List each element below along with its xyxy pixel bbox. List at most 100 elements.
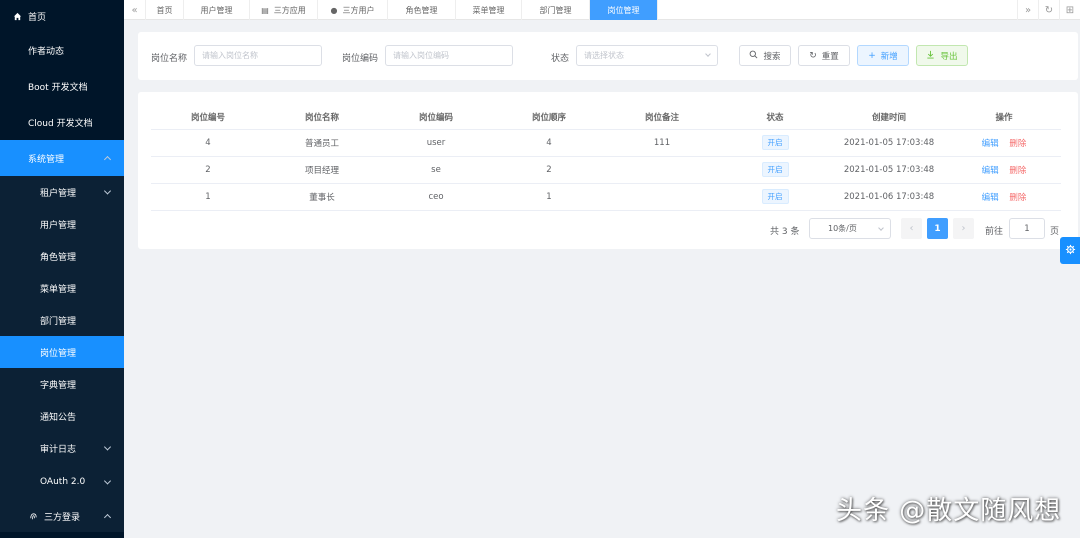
- cell-sort: 1: [493, 183, 605, 211]
- pager-page-1[interactable]: 1: [927, 218, 948, 239]
- chevron-up-icon: [103, 513, 112, 522]
- cell-status: 开启: [719, 183, 831, 211]
- page-size-select[interactable]: 10条/页: [809, 218, 891, 239]
- sidebar-item-label: OAuth 2.0: [40, 477, 86, 487]
- edit-link[interactable]: 编辑: [982, 166, 999, 176]
- status-placeholder: 请选择状态: [584, 51, 624, 60]
- status-select[interactable]: 请选择状态: [576, 45, 718, 66]
- sidebar-item-oauth[interactable]: OAuth 2.0: [0, 464, 124, 500]
- tab-users[interactable]: 用户管理: [184, 0, 250, 20]
- delete-link[interactable]: 删除: [1009, 139, 1026, 149]
- column-header: 岗位备注: [605, 105, 719, 130]
- column-header: 创建时间: [831, 105, 947, 130]
- sidebar-item-cloud-docs[interactable]: Cloud 开发文档: [0, 104, 124, 140]
- gear-icon: [1065, 244, 1076, 258]
- sidebar-item-label: 角色管理: [40, 252, 77, 263]
- tab-roles[interactable]: 角色管理: [388, 0, 456, 20]
- cell-name: 项目经理: [265, 156, 379, 184]
- sidebar-item-label: Cloud 开发文档: [28, 118, 93, 129]
- cell-id: 2: [151, 156, 265, 184]
- cell-status: 开启: [719, 156, 831, 184]
- tab-posts[interactable]: 岗位管理: [590, 0, 658, 20]
- sidebar-item-depts[interactable]: 部门管理: [0, 304, 124, 336]
- pager-goto-input[interactable]: 1: [1009, 218, 1045, 239]
- add-button-label: 新增: [880, 51, 898, 62]
- cell-created: 2021-01-05 17:03:48: [831, 129, 947, 157]
- cell-code: user: [379, 129, 493, 157]
- column-header: 岗位顺序: [493, 105, 605, 130]
- post-name-label: 岗位名称: [151, 54, 188, 64]
- cell-remark: [605, 183, 719, 211]
- post-code-placeholder: 请输入岗位编码: [393, 51, 449, 60]
- column-header: 岗位编码: [379, 105, 493, 130]
- cell-id: 4: [151, 129, 265, 157]
- sidebar-item-users[interactable]: 用户管理: [0, 208, 124, 240]
- fingerprint-icon: [28, 512, 38, 521]
- tab-label: 首页: [156, 5, 173, 15]
- refresh-icon: ↻: [809, 50, 817, 61]
- pager-prev-button[interactable]: ‹: [901, 218, 922, 239]
- delete-link[interactable]: 删除: [1009, 166, 1026, 176]
- status-label: 状态: [551, 54, 570, 64]
- column-header: 岗位名称: [265, 105, 379, 130]
- sidebar-item-notice[interactable]: 通知公告: [0, 400, 124, 432]
- pager-next-button[interactable]: ›: [953, 218, 974, 239]
- edit-link[interactable]: 编辑: [982, 139, 999, 149]
- chevron-down-icon: [705, 51, 711, 57]
- add-button[interactable]: + 新增: [857, 45, 909, 66]
- column-header: 状态: [719, 105, 831, 130]
- grid-menu-icon[interactable]: ⊞: [1059, 0, 1080, 20]
- search-button[interactable]: 搜索: [739, 45, 791, 66]
- cell-remark: 111: [605, 129, 719, 157]
- table-header-row: 岗位编号 岗位名称 岗位编码 岗位顺序 岗位备注 状态 创建时间 操作: [151, 105, 1061, 130]
- cell-sort: 2: [493, 156, 605, 184]
- cell-actions: 编辑 删除: [947, 183, 1061, 211]
- table-row: 4 普通员工 user 4 111 开启 2021-01-05 17:03:48…: [151, 129, 1061, 157]
- tab-depts[interactable]: 部门管理: [522, 0, 590, 20]
- sidebar-item-posts[interactable]: 岗位管理: [0, 336, 124, 368]
- cell-remark: [605, 156, 719, 184]
- sidebar-item-dict[interactable]: 字典管理: [0, 368, 124, 400]
- sidebar-item-menus[interactable]: 菜单管理: [0, 272, 124, 304]
- cell-actions: 编辑 删除: [947, 129, 1061, 157]
- delete-link[interactable]: 删除: [1009, 193, 1026, 203]
- post-name-input[interactable]: 请输入岗位名称: [194, 45, 322, 66]
- tabs-actions: » ↻ ⊞: [1017, 0, 1080, 20]
- tab-label: 三方应用: [273, 5, 306, 15]
- tabs-scroll-left-icon[interactable]: «: [124, 0, 146, 20]
- user-icon: ●: [330, 5, 338, 15]
- tab-home[interactable]: 首页: [146, 0, 184, 20]
- tab-label: 用户管理: [200, 5, 233, 15]
- refresh-icon[interactable]: ↻: [1038, 0, 1059, 20]
- sidebar-item-author-news[interactable]: 作者动态: [0, 32, 124, 68]
- sidebar-item-roles[interactable]: 角色管理: [0, 240, 124, 272]
- export-button[interactable]: 导出: [916, 45, 968, 66]
- edit-link[interactable]: 编辑: [982, 193, 999, 203]
- pager-total: 共 3 条: [770, 227, 800, 237]
- cell-id: 1: [151, 183, 265, 211]
- tab-social-apps[interactable]: ▤ 三方应用: [250, 0, 318, 20]
- cell-name: 普通员工: [265, 129, 379, 157]
- export-button-label: 导出: [940, 51, 958, 62]
- cell-status: 开启: [719, 129, 831, 157]
- reset-button[interactable]: ↻ 重置: [798, 45, 850, 66]
- tabs-scroll-right-icon[interactable]: »: [1017, 0, 1038, 20]
- tab-label: 部门管理: [539, 5, 572, 15]
- post-table: 岗位编号 岗位名称 岗位编码 岗位顺序 岗位备注 状态 创建时间 操作 4 普通…: [151, 105, 1061, 211]
- sidebar-item-system[interactable]: 系统管理: [0, 140, 124, 176]
- post-code-input[interactable]: 请输入岗位编码: [385, 45, 513, 66]
- sidebar-item-tenant[interactable]: 租户管理: [0, 176, 124, 208]
- post-table-card: 岗位编号 岗位名称 岗位编码 岗位顺序 岗位备注 状态 创建时间 操作 4 普通…: [138, 92, 1078, 249]
- sidebar-item-label: 部门管理: [40, 316, 77, 327]
- sidebar-item-audit-log[interactable]: 审计日志: [0, 432, 124, 464]
- status-badge: 开启: [761, 135, 789, 150]
- tab-menus[interactable]: 菜单管理: [456, 0, 522, 20]
- sidebar-item-boot-docs[interactable]: Boot 开发文档: [0, 68, 124, 104]
- tab-label: 三方用户: [342, 5, 375, 15]
- sidebar-item-label: 字典管理: [40, 380, 77, 391]
- sidebar-item-home[interactable]: 首页: [0, 0, 124, 32]
- sidebar-item-label: 首页: [28, 12, 47, 23]
- settings-drawer-button[interactable]: [1060, 237, 1080, 264]
- sidebar-item-social-login[interactable]: 三方登录: [0, 500, 124, 532]
- tab-social-users[interactable]: ● 三方用户: [318, 0, 388, 20]
